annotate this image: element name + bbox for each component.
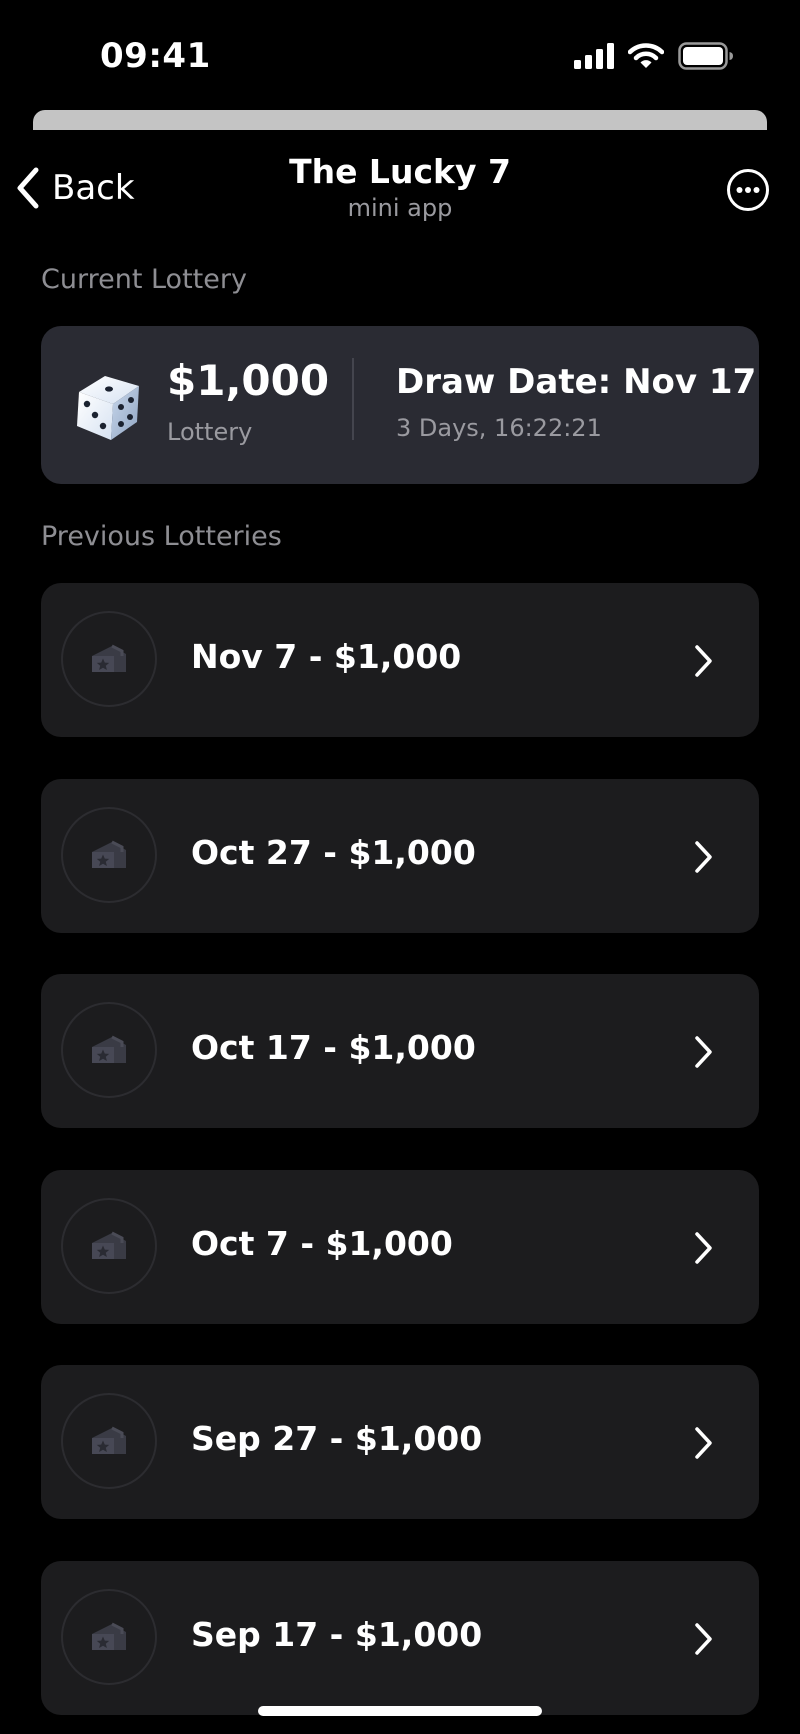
status-icons bbox=[574, 42, 734, 70]
lottery-list-item-label: Oct 17 - $1,000 bbox=[191, 1028, 476, 1067]
chevron-right-icon bbox=[693, 1230, 715, 1270]
page-title: The Lucky 7 bbox=[289, 152, 511, 191]
ticket-icon bbox=[61, 1393, 157, 1489]
lottery-list-item-label: Oct 27 - $1,000 bbox=[191, 833, 476, 872]
chevron-right-icon bbox=[693, 1621, 715, 1661]
more-options-button[interactable] bbox=[726, 168, 770, 212]
current-lottery-card[interactable]: $1,000 Lottery Draw Date: Nov 17 3 Days,… bbox=[41, 326, 759, 484]
ticket-icon bbox=[61, 807, 157, 903]
status-time: 09:41 bbox=[100, 36, 211, 76]
lottery-list-item-label: Nov 7 - $1,000 bbox=[191, 637, 462, 676]
wifi-icon bbox=[628, 43, 664, 68]
sheet-top-edge bbox=[33, 110, 767, 130]
lottery-list-item[interactable]: Oct 27 - $1,000 bbox=[41, 779, 759, 933]
ticket-icon bbox=[61, 611, 157, 707]
battery-icon bbox=[678, 42, 733, 70]
chevron-right-icon bbox=[693, 1034, 715, 1074]
draw-date: Draw Date: Nov 17 bbox=[396, 362, 757, 402]
ticket-icon bbox=[61, 1589, 157, 1685]
lottery-list-item[interactable]: Sep 17 - $1,000 bbox=[41, 1561, 759, 1715]
card-divider bbox=[352, 358, 354, 440]
home-indicator bbox=[258, 1706, 542, 1716]
nav-bar: Back The Lucky 7 mini app bbox=[0, 140, 800, 240]
lottery-list-item-label: Sep 17 - $1,000 bbox=[191, 1615, 483, 1654]
lottery-list-item[interactable]: Oct 7 - $1,000 bbox=[41, 1170, 759, 1324]
ticket-icon bbox=[61, 1002, 157, 1098]
current-lottery-heading: Current Lottery bbox=[41, 264, 247, 295]
lottery-amount: $1,000 bbox=[167, 356, 330, 405]
status-bar: 09:41 bbox=[0, 0, 800, 110]
chevron-right-icon bbox=[693, 839, 715, 879]
page-subtitle: mini app bbox=[347, 194, 453, 222]
cellular-signal-icon bbox=[574, 43, 614, 69]
lottery-list-item-label: Oct 7 - $1,000 bbox=[191, 1224, 453, 1263]
ticket-icon bbox=[61, 1198, 157, 1294]
lottery-list-item-label: Sep 27 - $1,000 bbox=[191, 1419, 483, 1458]
lottery-amount-caption: Lottery bbox=[167, 418, 253, 446]
dice-icon bbox=[77, 376, 139, 440]
lottery-list-item[interactable]: Sep 27 - $1,000 bbox=[41, 1365, 759, 1519]
previous-lotteries-heading: Previous Lotteries bbox=[41, 521, 282, 552]
chevron-right-icon bbox=[693, 643, 715, 683]
chevron-right-icon bbox=[693, 1425, 715, 1465]
lottery-list-item[interactable]: Oct 17 - $1,000 bbox=[41, 974, 759, 1128]
lottery-list-item[interactable]: Nov 7 - $1,000 bbox=[41, 583, 759, 737]
countdown-timer: 3 Days, 16:22:21 bbox=[396, 414, 602, 442]
